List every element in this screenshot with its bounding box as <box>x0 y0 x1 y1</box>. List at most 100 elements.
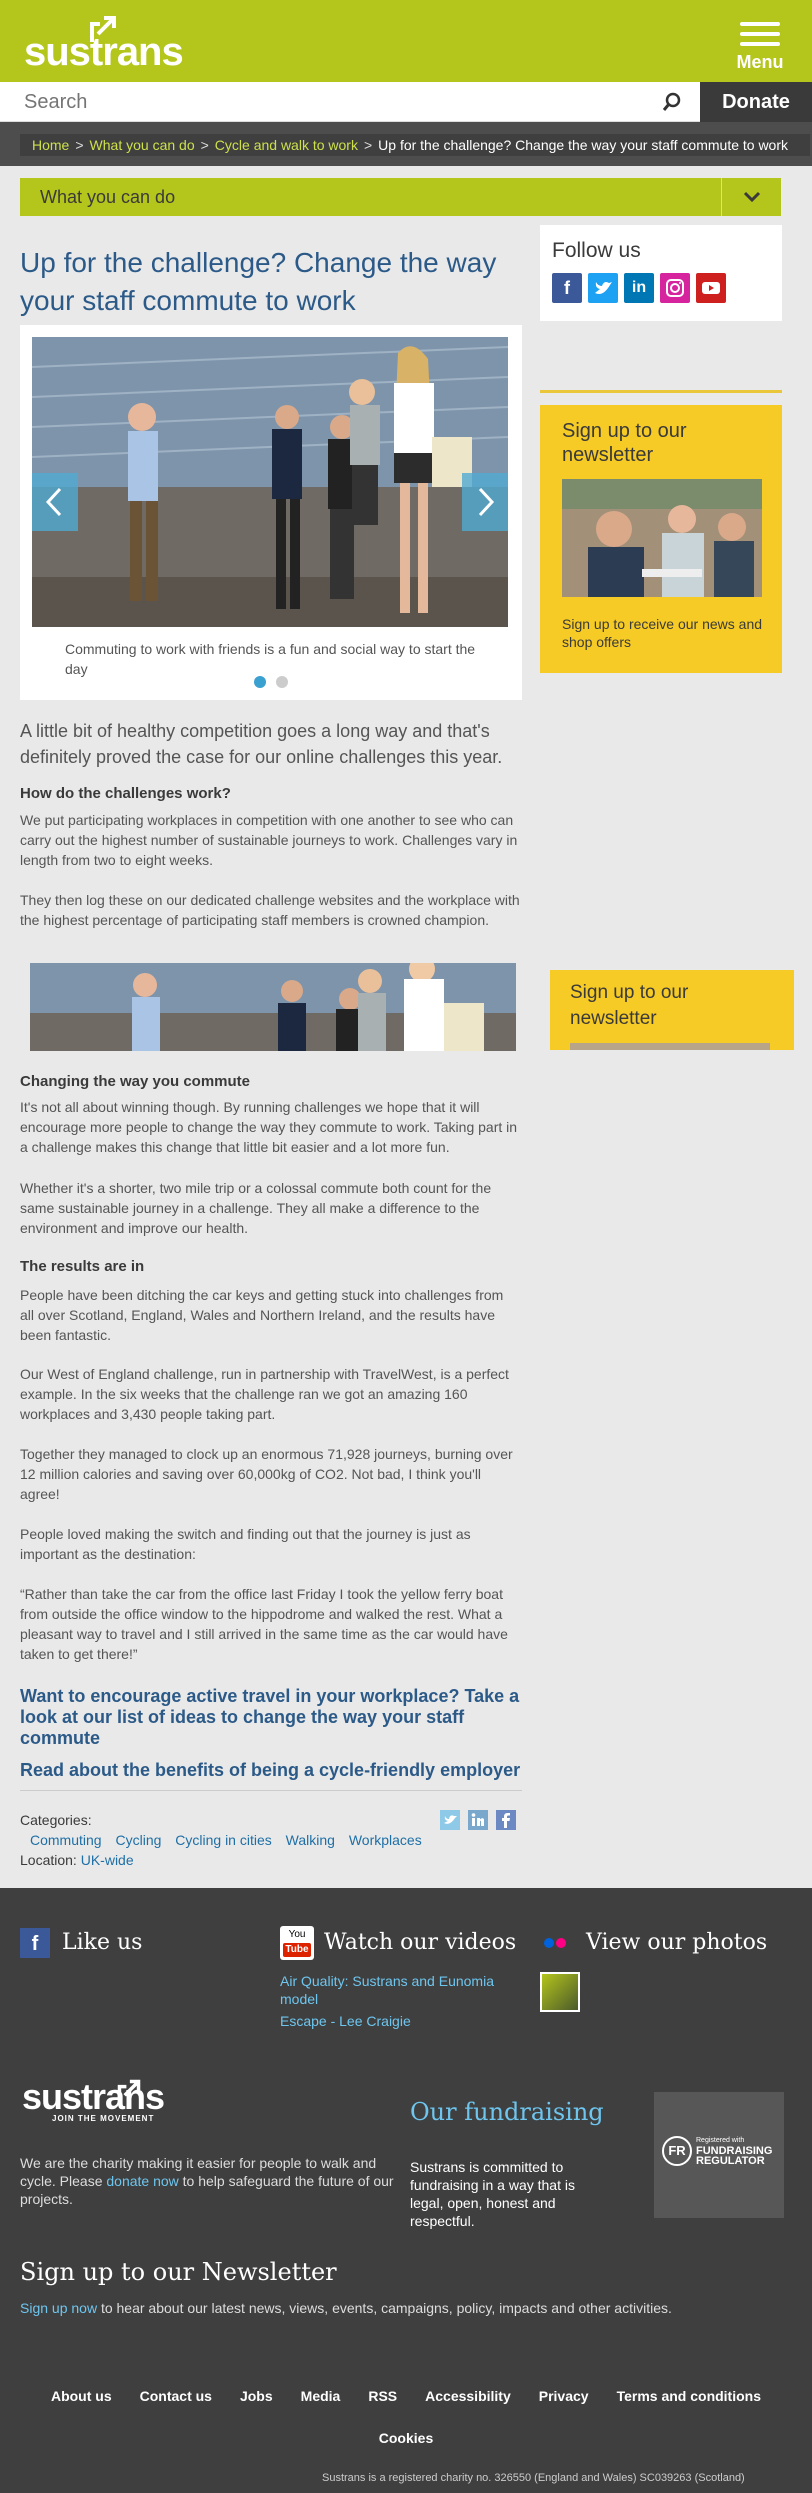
category-cycling-in-cities[interactable]: Cycling in cities <box>175 1832 271 1848</box>
footer-signup-link[interactable]: Sign up now <box>20 2300 97 2316</box>
slider-next-button[interactable] <box>462 473 508 531</box>
flickr-icon[interactable] <box>540 1930 572 1958</box>
sidebar-divider <box>540 390 782 393</box>
footer-link-jobs[interactable]: Jobs <box>240 2388 273 2404</box>
menu-button[interactable]: Menu <box>732 22 788 72</box>
menu-label: Menu <box>736 52 784 72</box>
instagram-icon[interactable] <box>660 273 690 303</box>
footer-newsletter-title: Sign up to our Newsletter <box>20 2258 337 2286</box>
footer-link-terms[interactable]: Terms and conditions <box>617 2388 761 2404</box>
video-link-escape[interactable]: Escape - Lee Craigie <box>280 2012 411 2030</box>
linkedin-icon[interactable]: in <box>624 273 654 303</box>
follow-us-title: Follow us <box>552 239 641 262</box>
breadcrumb-bar: Home > What you can do > Cycle and walk to w… <box>0 122 812 166</box>
heading-how: How do the challenges work? <box>20 785 231 802</box>
heading-results: The results are in <box>20 1258 145 1275</box>
heading-changing: Changing the way you commute <box>20 1073 251 1090</box>
breadcrumb-what-you-can-do[interactable]: What you can do <box>90 137 195 153</box>
footer-link-cookies[interactable]: Cookies <box>0 2430 812 2446</box>
footer-logo-tagline: JOIN THE MOVEMENT <box>52 2114 155 2123</box>
facebook-share-icon[interactable] <box>496 1810 516 1830</box>
video-link-air-quality[interactable]: Air Quality: Sustrans and Eunomia model <box>280 1972 520 2008</box>
slider-dot-1[interactable] <box>254 676 266 688</box>
category-workplaces[interactable]: Workplaces <box>349 1832 422 1848</box>
footer-view-photos[interactable]: View our photos <box>586 1930 767 1955</box>
section-dropdown[interactable]: What you can do <box>20 178 781 216</box>
facebook-icon[interactable]: f <box>552 273 582 303</box>
newsletter2-photo <box>570 1043 770 1050</box>
para-how-2: They then log these on our dedicated cha… <box>20 892 520 928</box>
chevron-left-icon <box>45 487 62 517</box>
footer-sustrans-logo[interactable]: sustrans JOIN THE MOVEMENT <box>22 2076 165 2123</box>
footer-watch-videos[interactable]: Watch our videos <box>324 1930 516 1955</box>
page-title: Up for the challenge? Change the way you… <box>20 247 497 316</box>
para-results-4: People loved making the switch and findi… <box>20 1526 471 1562</box>
footer-link-contact[interactable]: Contact us <box>140 2388 212 2404</box>
fr-logo-icon: FR <box>662 2136 692 2166</box>
fr-badge-text: Registered with FUNDRAISING REGULATOR <box>696 2136 784 2167</box>
footer-link-rss[interactable]: RSS <box>368 2388 397 2404</box>
fundraising-text: Sustrans is committed to fundraising in … <box>410 2159 575 2229</box>
newsletter-title: Sign up to our newsletter <box>562 420 687 466</box>
footer-links: About us Contact us Jobs Media RSS Accessibil… <box>0 2388 812 2404</box>
slide-photo-commuters <box>32 337 508 627</box>
inline-photo-commuters <box>30 963 516 1051</box>
cta-cycle-friendly-link[interactable]: Read about the benefits of being a cycle… <box>20 1760 540 1781</box>
slider-dots <box>254 675 298 693</box>
facebook-icon[interactable]: f <box>20 1928 50 1958</box>
site-header: sustrans Menu <box>0 0 812 82</box>
para-how-1: We put participating workplaces in compe… <box>20 812 518 868</box>
location-label: Location: <box>20 1852 77 1868</box>
twitter-icon[interactable] <box>588 273 618 303</box>
twitter-share-icon[interactable] <box>440 1810 460 1830</box>
para-change-2: Whether it's a shorter, two mile trip or… <box>20 1180 492 1236</box>
category-walking[interactable]: Walking <box>286 1832 335 1848</box>
breadcrumb-current: Up for the challenge? Change the way you… <box>378 137 789 153</box>
breadcrumb-cycle-walk[interactable]: Cycle and walk to work <box>215 137 358 153</box>
fr-badge-big: FUNDRAISING REGULATOR <box>696 2145 773 2167</box>
newsletter-promo[interactable]: Sign up to our newsletter Sign up to rec… <box>540 405 782 673</box>
fr-badge-small: Registered with <box>696 2137 745 2144</box>
category-cycling[interactable]: Cycling <box>115 1832 161 1848</box>
footer-charity-text: We are the charity making it easier for … <box>20 2154 400 2208</box>
youtube-icon[interactable]: You Tube <box>280 1926 314 1960</box>
slider-dot-2[interactable] <box>276 676 288 688</box>
footer-link-accessibility[interactable]: Accessibility <box>425 2388 511 2404</box>
footer-link-media[interactable]: Media <box>301 2388 341 2404</box>
category-commuting[interactable]: Commuting <box>30 1832 102 1848</box>
location-uk-wide[interactable]: UK-wide <box>81 1852 134 1868</box>
para-results-2: Our West of England challenge, run in pa… <box>20 1366 509 1422</box>
footer-link-privacy[interactable]: Privacy <box>539 2388 589 2404</box>
footer-newsletter-text: Sign up now to hear about our latest new… <box>20 2300 672 2316</box>
newsletter-promo-sticky[interactable]: Sign up to our newsletter <box>550 970 794 1050</box>
slider-prev-button[interactable] <box>32 473 78 531</box>
fundraising-regulator-badge[interactable]: FR Registered with FUNDRAISING REGULATOR <box>654 2092 784 2218</box>
section-dropdown-label: What you can do <box>40 187 176 207</box>
footer-logo-text: sustrans <box>22 2076 165 2117</box>
categories-block: Categories: Commuting Cycling Cycling in… <box>20 1810 432 1870</box>
divider <box>20 1790 522 1791</box>
image-slider: Commuting to work with friends is a fun … <box>20 325 522 700</box>
breadcrumb: Home > What you can do > Cycle and walk to w… <box>20 134 810 156</box>
linkedin-share-icon[interactable] <box>468 1810 488 1830</box>
footer-newsletter-desc: to hear about our latest news, views, ev… <box>100 2300 672 2316</box>
donate-button[interactable]: Donate <box>700 82 812 122</box>
photo-thumbnail[interactable] <box>540 1972 580 2012</box>
search-icon[interactable] <box>662 92 682 112</box>
para-results-3: Together they managed to clock up an eno… <box>20 1446 513 1502</box>
follow-us-panel: Follow us f in <box>540 225 782 321</box>
para-results-1: People have been ditching the car keys a… <box>20 1287 504 1343</box>
breadcrumb-home[interactable]: Home <box>32 137 69 153</box>
footer-donate-link[interactable]: donate now <box>106 2173 178 2189</box>
footer-like-us[interactable]: Like us <box>62 1930 142 1955</box>
search-input[interactable] <box>24 88 624 116</box>
search-bar <box>0 82 700 122</box>
intro-text: A little bit of healthy competition goes… <box>20 721 503 767</box>
newsletter2-title: Sign up to our newsletter <box>570 982 689 1029</box>
footer-link-about[interactable]: About us <box>51 2388 112 2404</box>
logo-arrow-icon <box>117 2079 141 2103</box>
youtube-icon[interactable] <box>696 273 726 303</box>
cta-active-travel-link[interactable]: Want to encourage active travel in your … <box>20 1686 540 1749</box>
categories-label: Categories: <box>20 1812 92 1828</box>
chevron-down-icon[interactable] <box>721 178 781 216</box>
